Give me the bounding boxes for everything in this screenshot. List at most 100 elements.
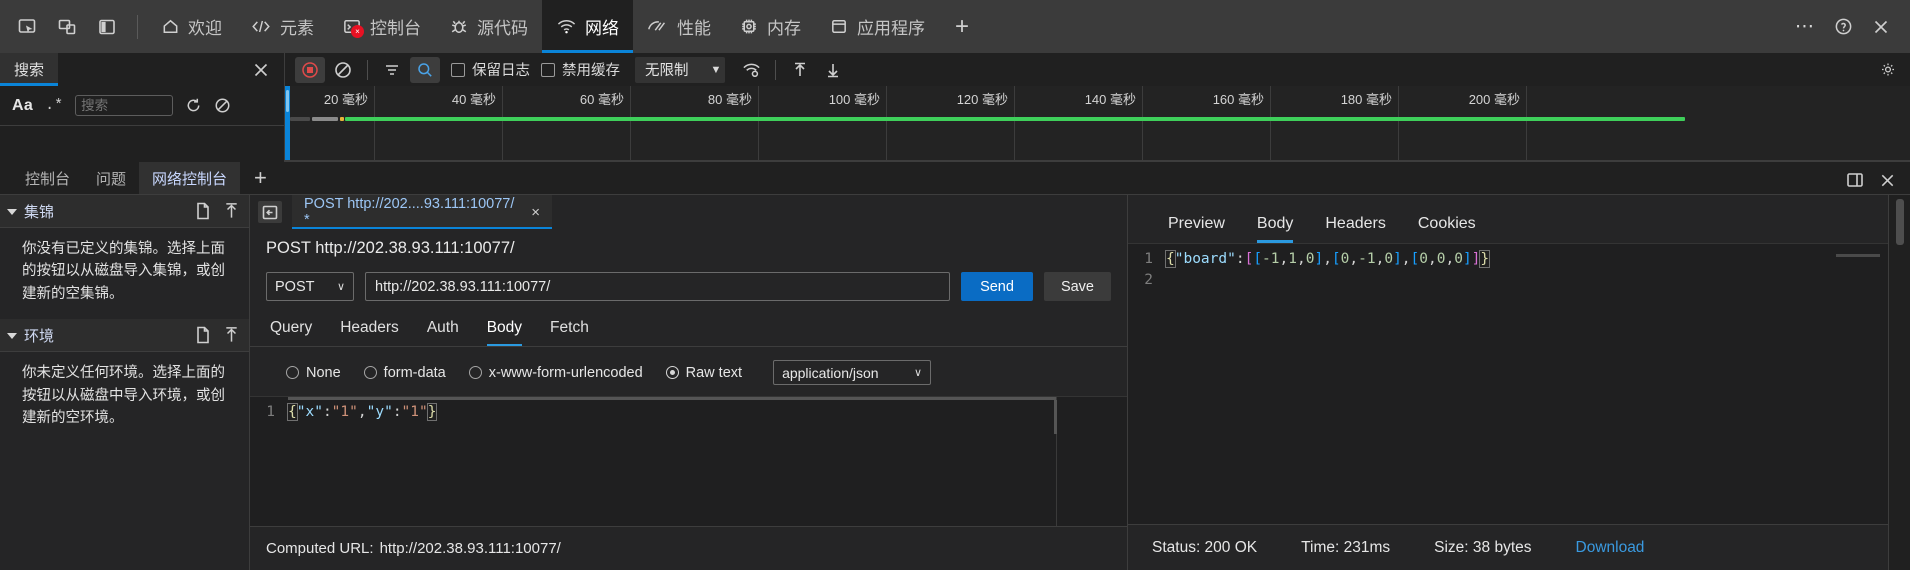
send-button[interactable]: Send: [961, 272, 1033, 301]
tab-application-label: 应用程序: [857, 19, 925, 38]
computed-url-label: Computed URL:: [266, 540, 374, 557]
console-icon: ×: [342, 17, 364, 38]
search-find-bar: Aa .*: [0, 86, 284, 126]
device-emulation-icon[interactable]: [48, 8, 86, 46]
chevron-down-icon[interactable]: [7, 209, 17, 215]
import-arrow-icon[interactable]: [223, 326, 240, 344]
body-type-form-data-radio[interactable]: [363, 366, 377, 379]
response-tab-body[interactable]: Body: [1241, 209, 1309, 243]
editor-vertical-scrollbar[interactable]: [1054, 400, 1057, 434]
environments-title: 环境: [24, 327, 55, 345]
request-code-text: {"x":"1","y":"1"}: [287, 403, 438, 421]
network-conditions-icon[interactable]: [736, 57, 766, 83]
download-arrow-icon[interactable]: [818, 57, 848, 83]
timeline-tick: 140 毫秒: [1015, 86, 1143, 161]
gear-icon[interactable]: [1880, 57, 1910, 83]
tab-console-label: 控制台: [370, 19, 421, 38]
drawer-add-tab-button[interactable]: +: [240, 162, 281, 194]
tab-performance[interactable]: 性能: [633, 0, 725, 53]
search-icon[interactable]: [410, 56, 440, 83]
content-type-select[interactable]: application/json ∨: [773, 360, 932, 385]
tab-console[interactable]: × 控制台: [328, 0, 435, 53]
response-tab-headers[interactable]: Headers: [1309, 209, 1401, 243]
response-code-text: {"board":[[-1,1,0],[0,-1,0],[0,0,0]]}: [1165, 250, 1491, 268]
chevron-down-icon[interactable]: [7, 333, 17, 340]
filter-icon[interactable]: [377, 57, 407, 83]
tab-search[interactable]: 搜索: [0, 53, 59, 86]
timeline-tick: 160 毫秒: [1143, 86, 1271, 161]
request-tab[interactable]: POST http://202....93.111:10077/ * ×: [292, 195, 552, 229]
request-editor-content: 1 {"x":"1","y":"1"}: [250, 397, 1127, 423]
search-input[interactable]: [75, 95, 174, 116]
search-results-empty: [0, 126, 284, 162]
request-subtab-body[interactable]: Body: [473, 313, 536, 346]
download-link[interactable]: Download: [1576, 539, 1645, 557]
request-url-input[interactable]: [365, 272, 951, 301]
close-devtools-icon[interactable]: [1864, 10, 1898, 44]
tab-sources[interactable]: 源代码: [435, 0, 542, 53]
body-type-urlencoded-radio[interactable]: [468, 366, 482, 379]
timeline-tick-label: 200 毫秒: [1468, 92, 1520, 107]
drawer-layout-icon[interactable]: [1840, 166, 1870, 194]
http-method-select[interactable]: POST ∨: [266, 272, 354, 301]
response-code-line: 1 {"board":[[-1,1,0],[0,-1,0],[0,0,0]]}: [1128, 249, 1888, 270]
refresh-icon[interactable]: [185, 97, 202, 114]
request-tabstrip: POST http://202....93.111:10077/ * ×: [250, 195, 1127, 229]
collections-empty-text: 你没有已定义的集锦。选择上面的按钮以从磁盘导入集锦，或创建新的空集锦。: [22, 241, 225, 302]
network-timeline-overview[interactable]: 20 毫秒 40 毫秒 60 毫秒 80 毫秒 100 毫秒 120 毫秒 140 毫秒 16…: [285, 86, 1910, 162]
editor-horizontal-scrollbar[interactable]: [288, 397, 1057, 400]
drawer-close-icon[interactable]: [1872, 166, 1902, 194]
tab-elements[interactable]: 元素: [236, 0, 328, 53]
preserve-log-checkbox[interactable]: 保留日志: [451, 59, 530, 80]
timeline-segment: [312, 117, 338, 121]
response-tab-cookies[interactable]: Cookies: [1402, 209, 1492, 243]
help-icon[interactable]: [1826, 10, 1860, 44]
request-body-editor[interactable]: 1 {"x":"1","y":"1"}: [250, 396, 1127, 526]
tab-application[interactable]: 应用程序: [815, 0, 939, 53]
request-subtab-auth[interactable]: Auth: [413, 313, 473, 346]
request-code-line: 1 {"x":"1","y":"1"}: [250, 402, 1127, 423]
environments-section-header[interactable]: 环境: [0, 319, 249, 353]
new-file-icon[interactable]: [195, 202, 211, 220]
response-scrollbar[interactable]: [1836, 254, 1880, 257]
collapse-panel-icon[interactable]: [258, 201, 282, 223]
drawer-tab-console[interactable]: 控制台: [12, 162, 83, 194]
disable-cache-checkbox[interactable]: 禁用缓存: [541, 59, 620, 80]
use-regex-icon[interactable]: .*: [45, 97, 63, 114]
clear-network-icon[interactable]: [328, 57, 358, 83]
tab-network[interactable]: 网络: [542, 0, 633, 53]
record-stop-icon[interactable]: [295, 56, 325, 83]
request-subtabs: Query Headers Auth Body Fetch: [250, 307, 1127, 346]
request-subtab-fetch[interactable]: Fetch: [536, 313, 603, 346]
tab-welcome[interactable]: 欢迎: [147, 0, 236, 53]
right-scrollbar-thumb[interactable]: [1895, 199, 1904, 245]
timeline-request-bar: [290, 117, 1910, 122]
drawer-tab-network-console[interactable]: 网络控制台: [139, 162, 241, 194]
body-type-raw-text-radio[interactable]: [665, 366, 679, 379]
save-button[interactable]: Save: [1043, 272, 1111, 301]
dock-side-icon[interactable]: [88, 8, 126, 46]
throttle-dropdown[interactable]: 无限制 ▼: [635, 56, 726, 83]
request-subtab-query[interactable]: Query: [266, 313, 326, 346]
request-subtab-query-label: Query: [270, 319, 313, 336]
response-tab-preview[interactable]: Preview: [1152, 209, 1241, 243]
right-scroll-rail[interactable]: [1888, 195, 1910, 570]
tab-network-label: 网络: [585, 19, 619, 38]
new-file-icon[interactable]: [195, 326, 211, 344]
import-arrow-icon[interactable]: [223, 202, 240, 220]
upload-arrow-icon[interactable]: [785, 57, 815, 83]
collections-section-header[interactable]: 集锦: [0, 195, 249, 228]
clear-icon[interactable]: [214, 97, 231, 114]
more-options-icon[interactable]: ⋯: [1788, 10, 1822, 44]
drawer-tab-issues[interactable]: 问题: [83, 162, 139, 194]
response-body-editor[interactable]: 1 {"board":[[-1,1,0],[0,-1,0],[0,0,0]]} …: [1128, 243, 1888, 524]
match-case-icon[interactable]: Aa: [12, 97, 33, 115]
request-subtab-headers[interactable]: Headers: [326, 313, 413, 346]
content-type-value: application/json: [782, 364, 879, 381]
body-type-none-radio[interactable]: [286, 366, 299, 379]
inspect-element-icon[interactable]: [8, 8, 46, 46]
add-panel-button[interactable]: +: [939, 0, 985, 53]
request-tab-close-icon[interactable]: ×: [531, 204, 540, 221]
search-close-icon[interactable]: [252, 61, 270, 79]
tab-memory[interactable]: 内存: [725, 0, 815, 53]
